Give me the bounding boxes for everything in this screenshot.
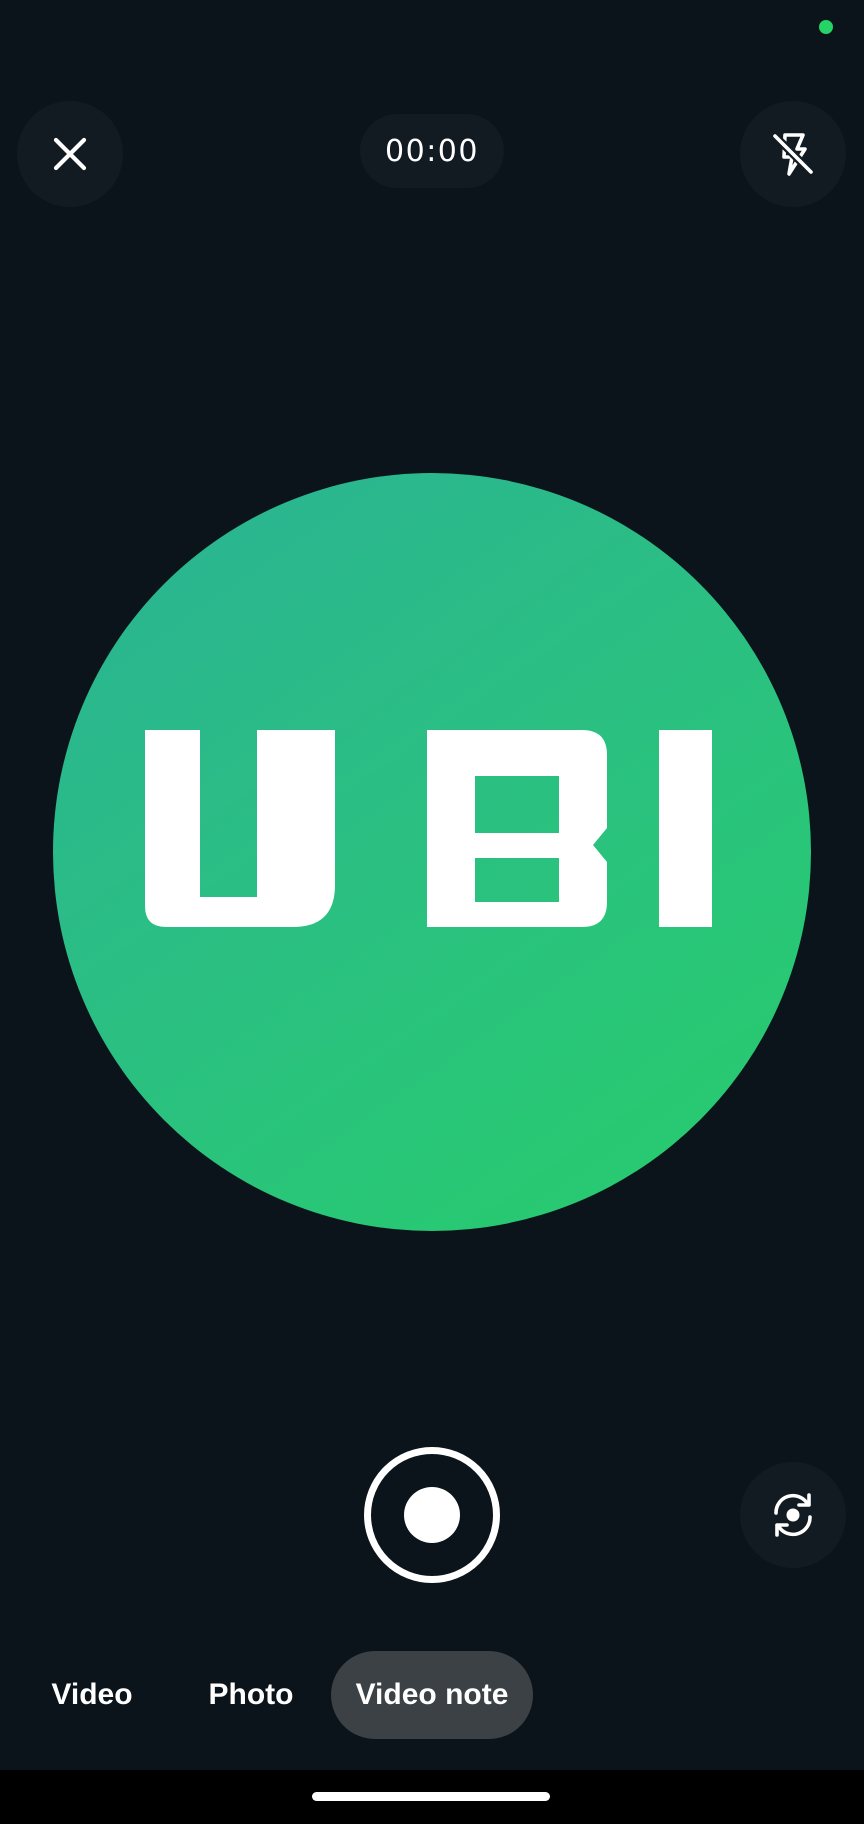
mode-tab-photo[interactable]: Photo xyxy=(195,1651,307,1739)
flip-camera-button[interactable] xyxy=(740,1462,846,1568)
close-icon xyxy=(53,137,87,171)
camera-preview xyxy=(53,473,811,1231)
mode-tab-video[interactable]: Video xyxy=(40,1651,144,1739)
wbi-logo xyxy=(145,730,712,927)
home-indicator[interactable] xyxy=(312,1792,550,1801)
mode-tab-video-note[interactable]: Video note xyxy=(331,1651,533,1739)
recording-indicator-dot xyxy=(819,20,833,34)
record-shutter-button[interactable] xyxy=(364,1447,500,1583)
flip-camera-icon xyxy=(774,1493,812,1537)
close-button[interactable] xyxy=(17,101,123,207)
recording-timer: 00:00 xyxy=(360,114,504,188)
flash-off-icon xyxy=(771,132,815,176)
shutter-inner-dot xyxy=(404,1487,460,1543)
flash-toggle-button[interactable] xyxy=(740,101,846,207)
